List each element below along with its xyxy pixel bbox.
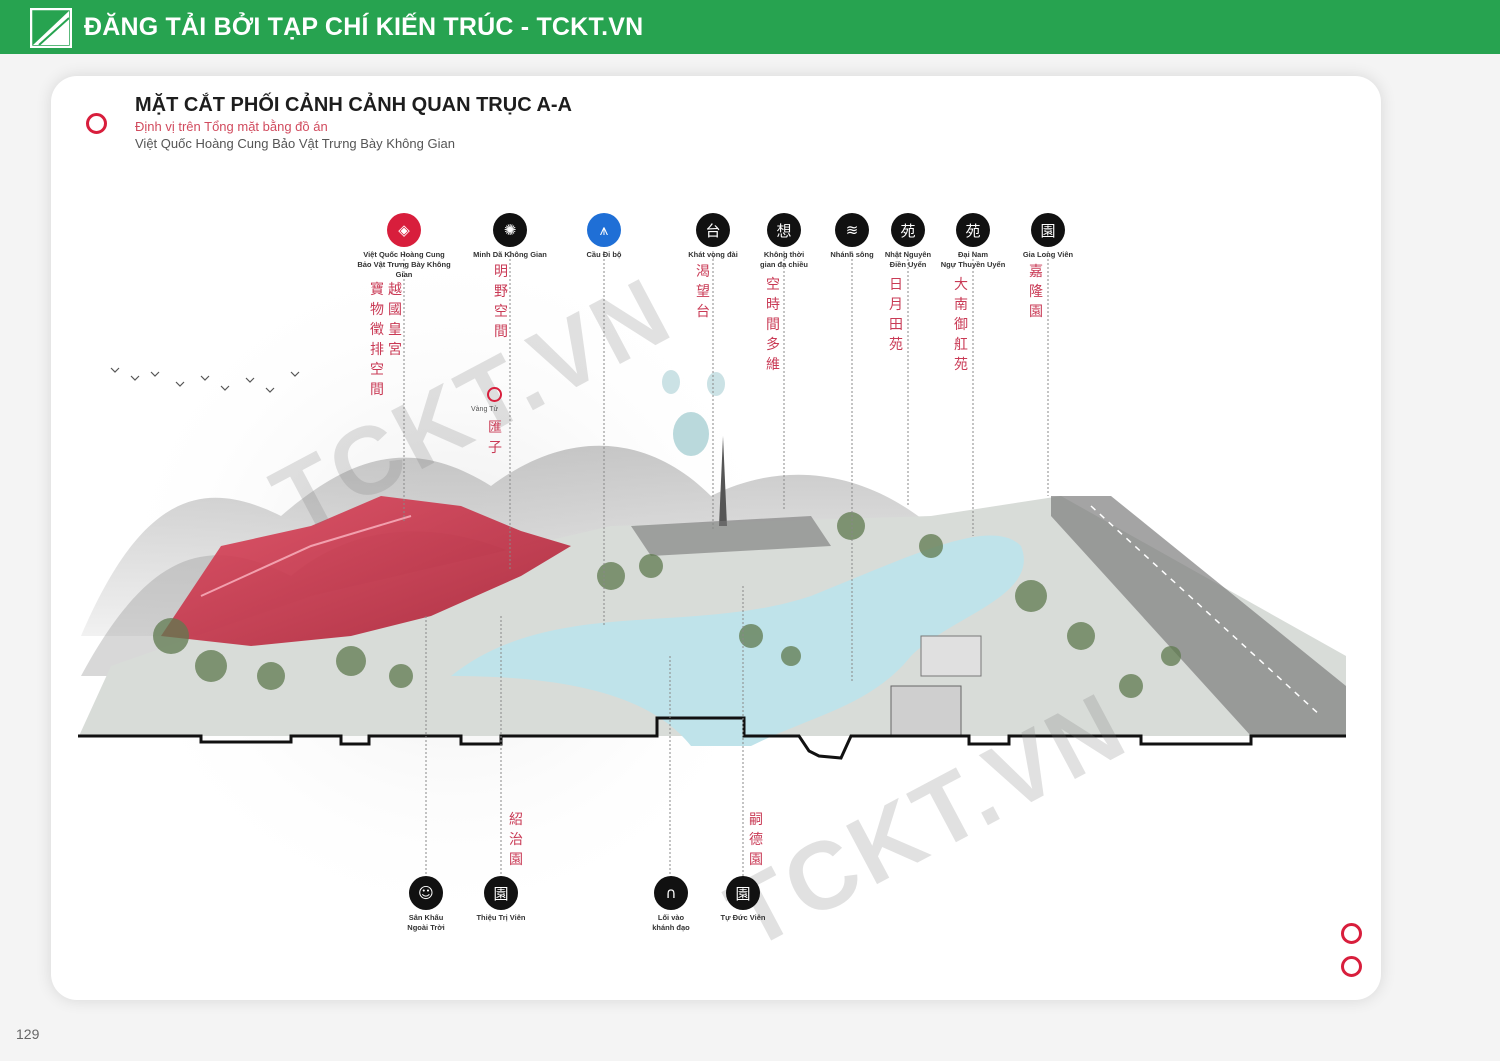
palace-icon: ◈ [387,213,421,247]
cjk-vertical-text: 空時間多維 [766,277,780,373]
page-number: 129 [16,1026,40,1042]
marker-gia-long: 園 Gia Long Viên [996,213,1100,260]
cjk-vertical-text: 大南御舡苑 [954,277,968,373]
marker-label: Việt Quốc Hoàng Cung Bảo Vật Trưng Bày K… [357,250,451,279]
bridge-icon: ⩚ [587,213,621,247]
cjk-vertical-text: 寶物徵排空間 [370,282,384,398]
marker-label: Minh Dã Không Gian [473,250,547,259]
marker-thieu-tri: 園 Thiệu Trị Viên [449,876,553,923]
cjk-vertical-text: 明野空間 [494,264,508,340]
cjk-vertical-text: 越國皇宮 [388,282,402,358]
content-card: TCKT.VN TCKT.VN MẶT CẮT PHỐI CẢNH CẢNH Q… [51,76,1381,1000]
cjk-vertical-text: 匯子 [488,420,502,456]
garden-glyph-icon: 苑 [956,213,990,247]
cjk-vertical-text: 紹治園 [509,812,523,868]
marker-palace: ◈ Việt Quốc Hoàng Cung Bảo Vật Trưng Bày… [352,213,456,280]
title-ring-icon [86,113,107,134]
marker-label: Tự Đức Viên [720,913,766,922]
garden-glyph-icon: 園 [484,876,518,910]
entrance-arch-icon: ∩ [654,876,688,910]
cjk-vertical-text: 嘉隆園 [1029,264,1043,320]
marker-label: Thiệu Trị Viên [476,913,526,922]
vang-tu-ring-icon [487,387,502,402]
marker-label: Cầu Đi bộ [586,250,622,259]
cjk-vertical-text: 嗣德園 [749,812,763,868]
cjk-vertical-text: 日月田苑 [889,277,903,353]
thought-glyph-icon: 想 [767,213,801,247]
marker-label: Gia Long Viên [1022,250,1074,259]
garden-glyph-icon: 園 [726,876,760,910]
top-banner: ĐĂNG TẢI BỞI TẠP CHÍ KIẾN TRÚC - TCKT.VN [0,0,1500,54]
vang-tu-label: Vàng Tử [471,406,499,413]
banner-text: ĐĂNG TẢI BỞI TẠP CHÍ KIẾN TRÚC - TCKT.VN [84,13,644,41]
sun-icon: ✺ [493,213,527,247]
theater-masks-icon: ☺ [409,876,443,910]
marker-tu-duc: 園 Tự Đức Viên [691,876,795,923]
marker-minh-da: ✺ Minh Dã Không Gian [458,213,562,260]
garden-glyph-icon: 苑 [891,213,925,247]
subtitle-project: Việt Quốc Hoàng Cung Bảo Vật Trưng Bày K… [135,136,455,151]
corner-ring-icon [1341,923,1362,944]
cjk-vertical-text: 渴望台 [696,264,710,320]
tckt-logo [30,8,72,48]
marker-bridge: ⩚ Cầu Đi bộ [552,213,656,260]
tower-glyph-icon: 台 [696,213,730,247]
garden-glyph-icon: 園 [1031,213,1065,247]
subtitle-location: Định vị trên Tổng mặt bằng đồ án [135,119,328,134]
corner-ring-icon [1341,956,1362,977]
page-title: MẶT CẮT PHỐI CẢNH CẢNH QUAN TRỤC A-A [135,94,573,116]
